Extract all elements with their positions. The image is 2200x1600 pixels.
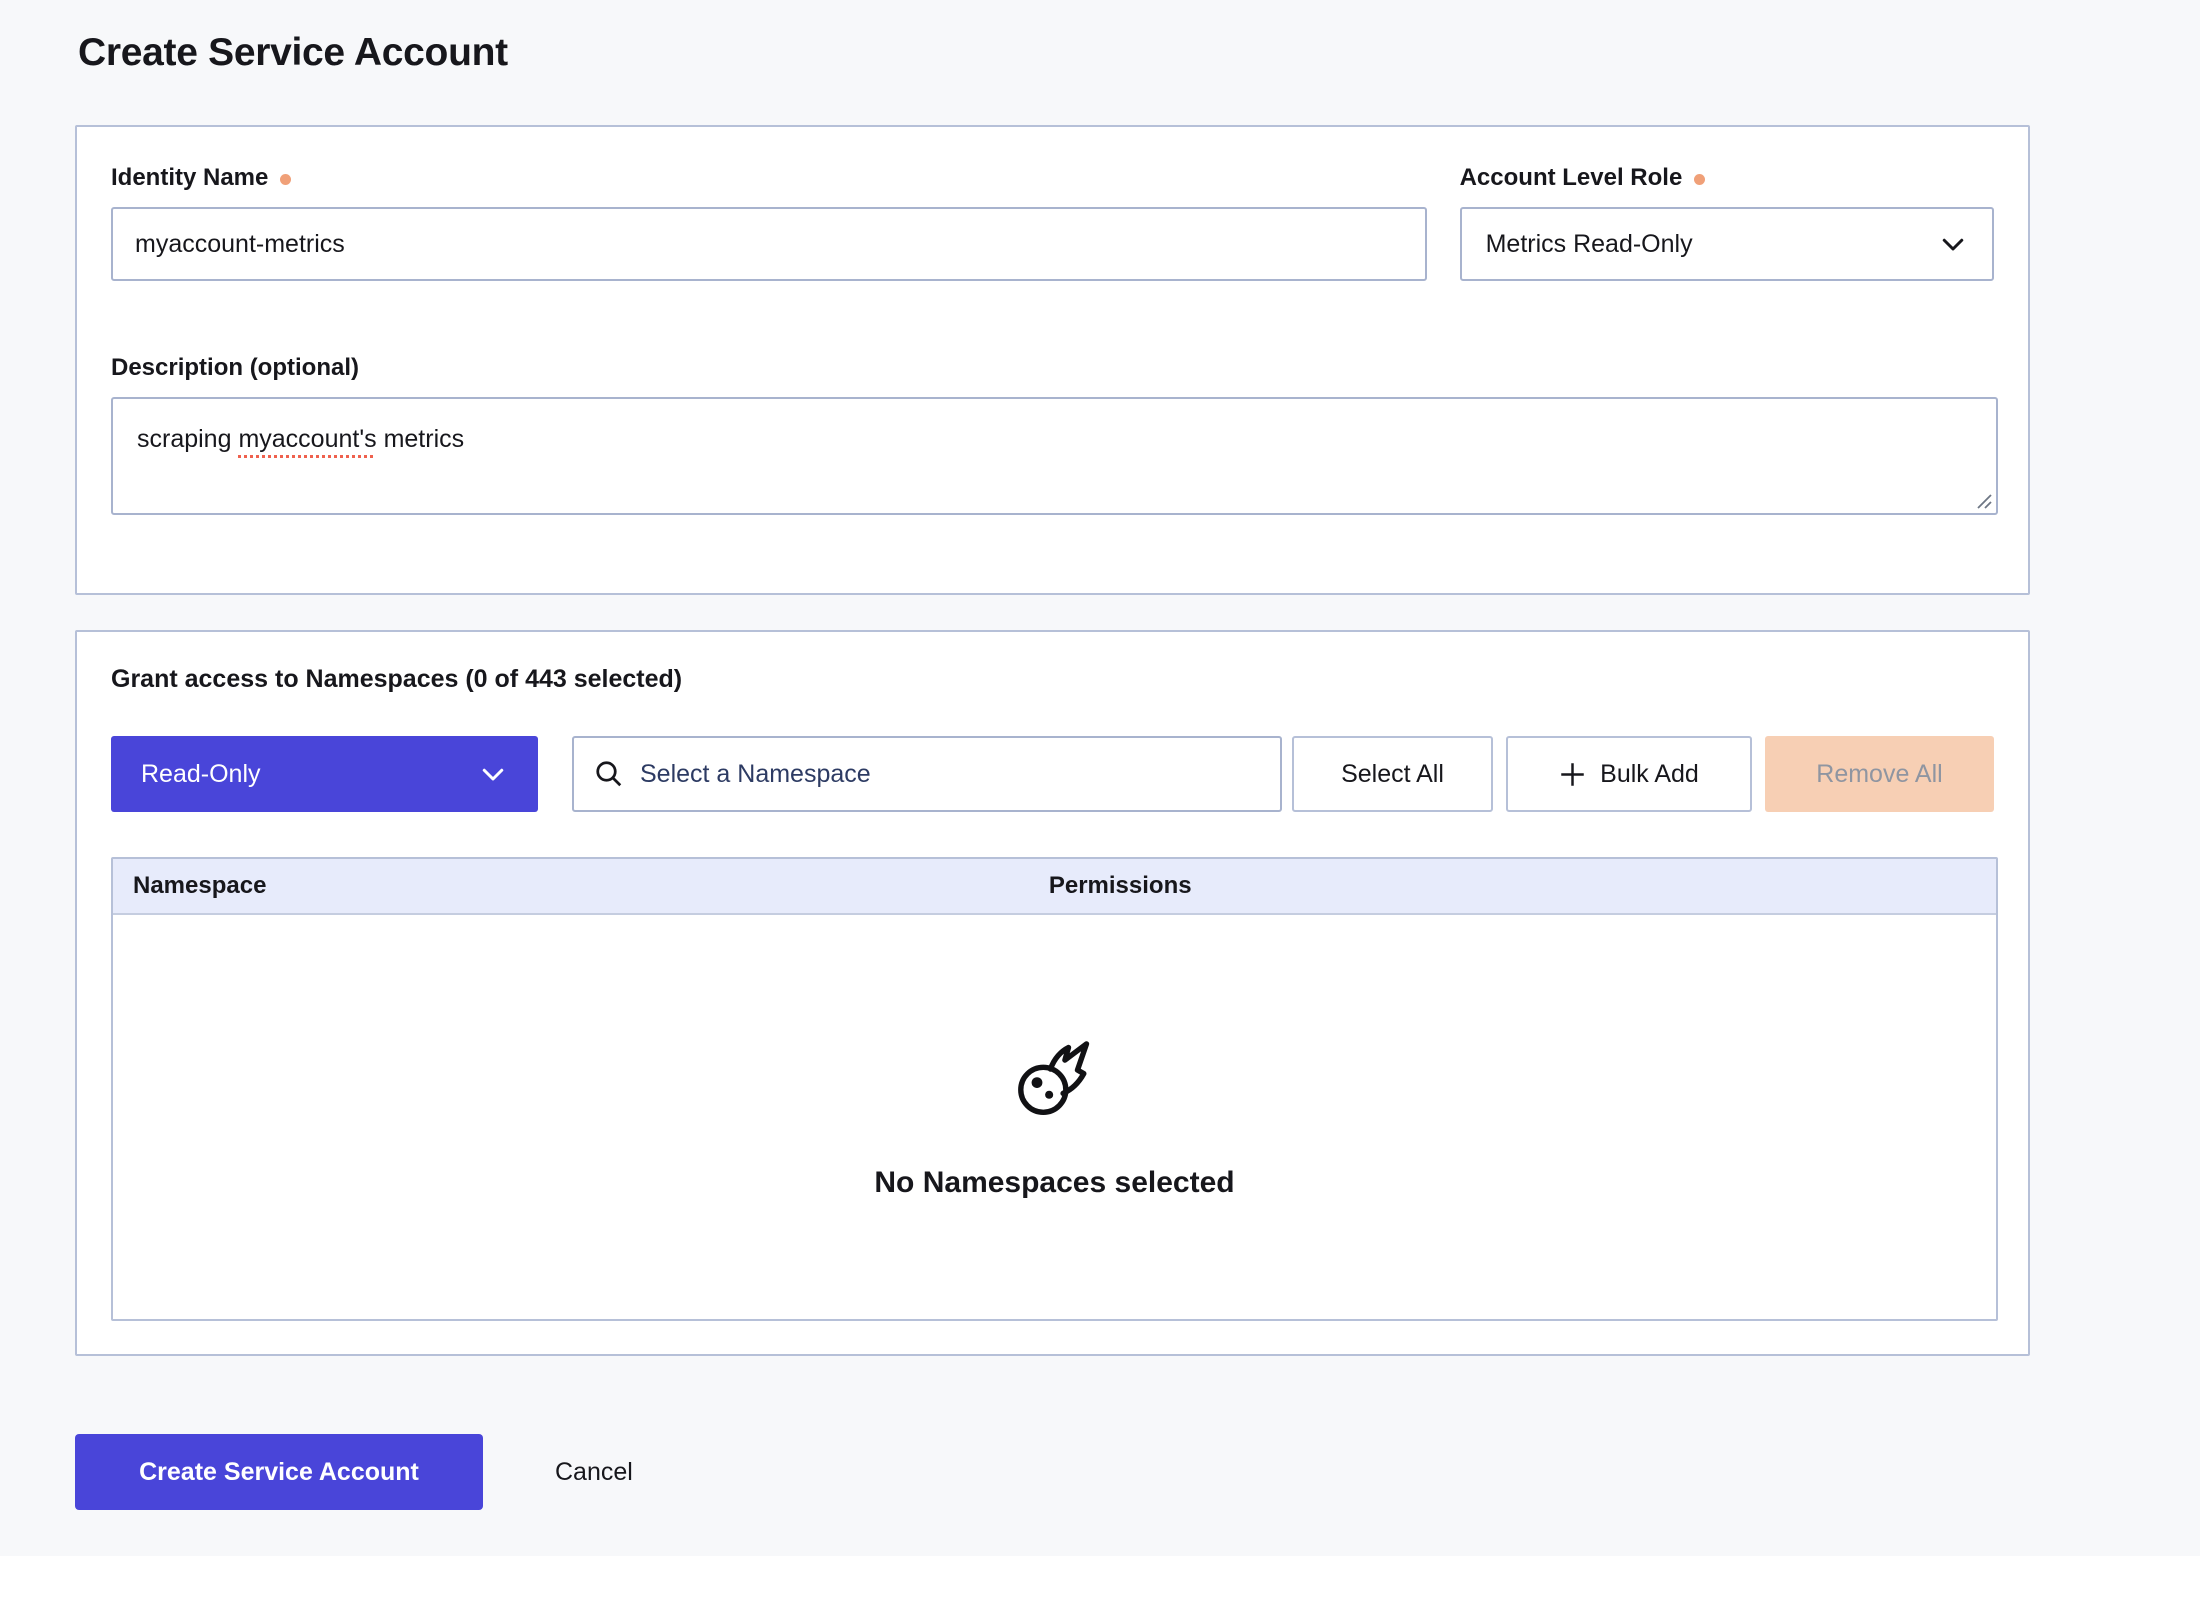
chevron-down-icon	[1938, 229, 1968, 259]
identity-name-label: Identity Name	[111, 164, 268, 192]
search-icon	[594, 759, 624, 789]
description-field: Description (optional) scraping myaccoun…	[111, 353, 1994, 515]
resize-handle-icon[interactable]	[1976, 493, 1993, 510]
identity-name-field: Identity Name	[111, 163, 1427, 281]
create-service-account-page: Create Service Account Identity Name Acc…	[0, 0, 2200, 1510]
permission-role-value: Read-Only	[141, 760, 261, 789]
bulk-add-label: Bulk Add	[1600, 760, 1699, 789]
description-textarea[interactable]: scraping myaccount's metrics	[111, 397, 1998, 515]
description-text-after: metrics	[377, 425, 465, 453]
bulk-add-button[interactable]: Bulk Add	[1506, 736, 1752, 812]
select-all-button[interactable]: Select All	[1292, 736, 1493, 812]
identity-row: Identity Name Account Level Role Metrics…	[111, 163, 1994, 281]
account-level-role-value: Metrics Read-Only	[1486, 230, 1693, 259]
empty-state: No Namespaces selected	[113, 915, 1996, 1319]
required-indicator	[1694, 174, 1705, 185]
chevron-down-icon	[478, 759, 508, 789]
description-text-before: scraping	[137, 425, 238, 453]
footer-actions: Create Service Account Cancel	[75, 1434, 2200, 1510]
namespaces-heading: Grant access to Namespaces (0 of 443 sel…	[111, 664, 1994, 694]
permission-role-dropdown[interactable]: Read-Only	[111, 736, 538, 812]
description-label: Description (optional)	[111, 354, 359, 382]
account-level-role-select[interactable]: Metrics Read-Only	[1460, 207, 1994, 281]
account-level-role-label: Account Level Role	[1460, 164, 1683, 192]
cancel-button[interactable]: Cancel	[555, 1458, 633, 1487]
bottom-strip	[0, 1556, 2200, 1600]
create-service-account-button[interactable]: Create Service Account	[75, 1434, 483, 1510]
remove-all-button[interactable]: Remove All	[1765, 736, 1994, 812]
namespace-search[interactable]	[572, 736, 1282, 812]
namespace-search-input[interactable]	[640, 760, 1260, 789]
column-header-permissions: Permissions	[1049, 872, 1996, 900]
plus-icon	[1559, 761, 1586, 788]
namespaces-card: Grant access to Namespaces (0 of 443 sel…	[75, 630, 2030, 1356]
namespaces-table: Namespace Permissions No Namespaces sele…	[111, 857, 1998, 1321]
description-misspelled-word: myaccount's	[238, 425, 376, 453]
identity-name-input[interactable]	[111, 207, 1427, 281]
identity-card: Identity Name Account Level Role Metrics…	[75, 125, 2030, 595]
page-title: Create Service Account	[78, 28, 2200, 78]
account-level-role-field: Account Level Role Metrics Read-Only	[1460, 163, 1994, 281]
column-header-namespace: Namespace	[113, 872, 1049, 900]
namespaces-toolbar: Read-Only Select All Bulk Add Remove All	[111, 736, 1994, 812]
table-header: Namespace Permissions	[113, 859, 1996, 915]
comet-icon	[1010, 1034, 1100, 1124]
empty-state-message: No Namespaces selected	[874, 1166, 1234, 1200]
required-indicator	[280, 174, 291, 185]
